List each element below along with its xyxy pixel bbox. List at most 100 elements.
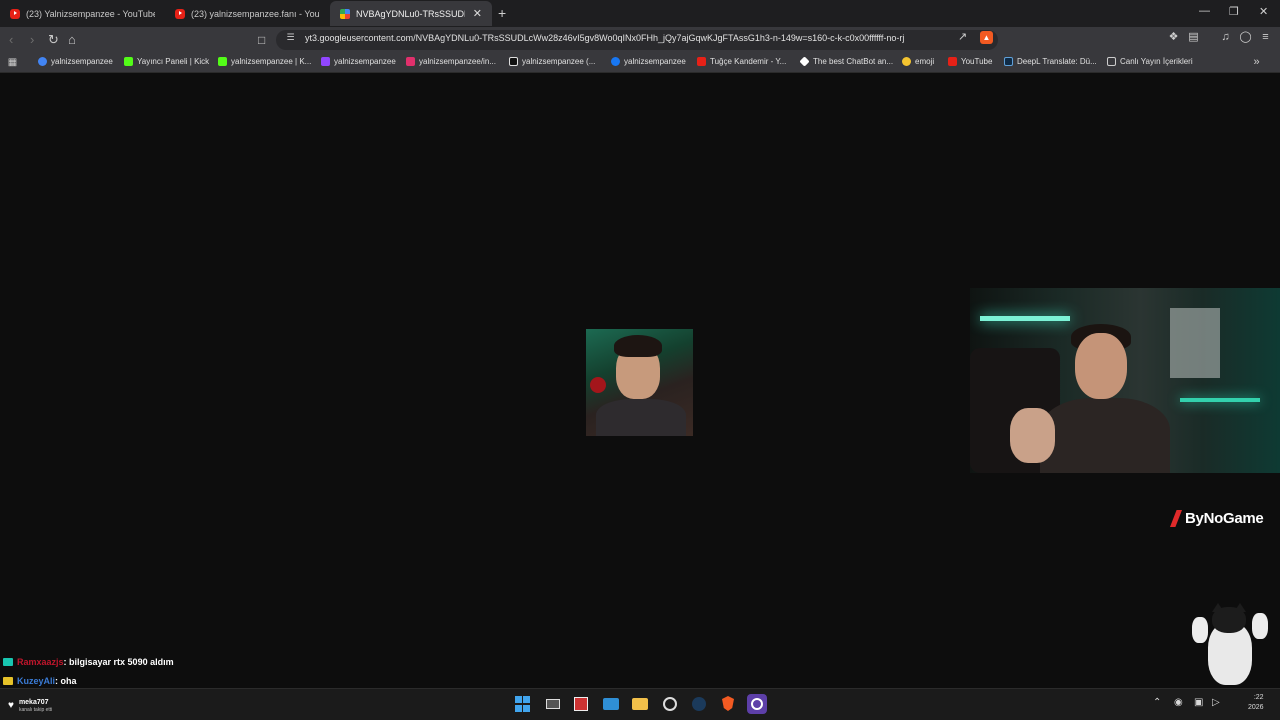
chat-badge-icon [3,677,13,685]
snipping-tool-icon[interactable] [571,694,591,714]
bookmark-item[interactable]: Tuğçe Kandemir - Y... [697,57,786,66]
heart-icon: ♥ [8,700,14,711]
tab-youtube-fan-channel[interactable]: (23) yalnizsempanzee.fanı - YouTube [165,1,330,26]
bookmark-item[interactable]: YouTube [948,57,992,66]
chatgpt-icon[interactable] [660,694,680,714]
chat-username: KuzeyAli [17,676,56,686]
site-info-icon[interactable]: ☰ [284,31,297,44]
bookmark-label: yalnizsempanzee [334,57,396,66]
chat-text: : bilgisayar rtx 5090 aldım [63,657,174,667]
start-icon[interactable] [513,694,533,714]
sponsor-logo: ByNoGame [1170,510,1264,527]
minimize-button[interactable]: — [1199,5,1210,17]
share-icon[interactable]: ↗ [956,31,969,44]
tab-title: (23) Yalnizsempanzee - YouTube [26,8,155,19]
bookmark-label: yalnizsempanzee (... [522,57,596,66]
brave-shields-icon[interactable]: ▲ [980,31,993,44]
tab-title: NVBAgYDNLu0-TRsSSUDLcWw2 [356,8,465,19]
brave-icon[interactable] [718,694,738,714]
task-view-icon[interactable] [543,694,563,714]
bookmark-label: Canlı Yayın İçerikleri [1120,57,1193,66]
tab-close-icon[interactable]: ✕ [473,7,482,20]
close-window-button[interactable]: ✕ [1259,5,1268,18]
sponsor-logo-text: ByNoGame [1185,510,1264,527]
extensions-icon[interactable]: ❖ [1167,31,1180,44]
webcam-overlay [970,288,1280,473]
twitch-icon [321,57,330,66]
youtube-icon [10,8,20,19]
bookmark-item[interactable]: DeepL Translate: Dü... [1004,57,1097,66]
bookmark-folder[interactable]: Canlı Yayın İçerikleri [1107,57,1193,66]
tab-title: (23) yalnizsempanzee.fanı - YouTube [191,8,320,19]
tab-youtube-channel[interactable]: (23) Yalnizsempanzee - YouTube [0,1,165,26]
chat-message: KuzeyAli : oha [3,676,77,686]
media-icon[interactable]: ♫ [1219,31,1232,44]
back-icon[interactable]: ‹ [9,32,13,48]
url-text[interactable]: yt3.googleusercontent.com/NVBAgYDNLu0-TR… [305,33,904,43]
emoji-icon [902,57,911,66]
apps-grid-icon[interactable]: ▦ [6,56,19,69]
clock-time: :22 [1253,694,1264,701]
bookmark-label: YouTube [961,57,993,66]
bookmark-label: Yayıncı Paneli | Kick [137,57,210,66]
bookmark-label: yalnizsempanzee/in... [419,57,496,66]
folder-icon [1107,57,1116,66]
obs-icon[interactable] [747,694,767,714]
google-icon [38,57,47,66]
deepl-icon [1004,57,1013,66]
bynogame-logo-icon [1170,510,1182,527]
vpn-shield-icon[interactable]: ◯ [1239,31,1252,44]
menu-icon[interactable]: ≡ [1259,31,1272,44]
bookmark-page-icon[interactable]: □ [258,32,265,48]
bookmark-label: DeepL Translate: Dü... [1017,57,1097,66]
channel-avatar-image [586,329,693,436]
system-clock[interactable]: :22 2026 [1248,693,1264,713]
microphone-icon[interactable]: ◉ [1174,697,1183,708]
tray-overflow-icon[interactable]: ⌃ [1153,697,1161,708]
chat-username: Ramxaazjs [17,657,64,667]
bookmark-item[interactable]: yalnizsempanzee/in... [406,57,496,66]
chatbot-icon [799,56,810,67]
volume-icon[interactable]: ▷ [1212,697,1220,708]
dancing-cat-overlay [1192,603,1268,688]
youtube-icon [175,8,185,19]
follow-text: kanalı takip etti [18,707,53,713]
reload-icon[interactable]: ↻ [48,32,59,48]
bookmark-item[interactable]: emoji [902,57,934,66]
bookmark-item[interactable]: yalnizsempanzee [611,57,686,66]
maximize-button[interactable]: ❐ [1229,5,1239,18]
display-icon[interactable]: ▣ [1194,697,1203,708]
photos-icon[interactable] [601,694,621,714]
bookmark-item[interactable]: yalnizsempanzee [321,57,396,66]
follower-name: meka707 [18,699,49,706]
forward-icon[interactable]: › [30,32,34,48]
bookmark-item[interactable]: yalnizsempanzee | K... [218,57,311,66]
tiktok-icon [509,57,518,66]
youtube-icon [697,57,706,66]
clock-date: 2026 [1248,704,1264,711]
new-tab-button[interactable]: + [498,5,506,21]
steam-icon[interactable] [689,694,709,714]
bookmark-label: yalnizsempanzee [51,57,113,66]
sidebar-icon[interactable]: ▤ [1187,31,1200,44]
bookmark-item[interactable]: yalnizsempanzee [38,57,113,66]
file-explorer-icon[interactable] [630,694,650,714]
bookmark-item[interactable]: yalnizsempanzee (... [509,57,595,66]
chat-badge-icon [3,658,13,666]
chat-text: : oha [55,676,77,686]
bookmark-item[interactable]: Yayıncı Paneli | Kick [124,57,209,66]
bookmark-label: emoji [915,57,935,66]
google-icon [340,8,350,19]
bookmark-label: Tuğçe Kandemir - Y... [710,57,787,66]
bookmark-label: The best ChatBot an... [813,57,894,66]
chat-message: Ramxaazjs : bilgisayar rtx 5090 aldım [3,657,174,667]
youtube-icon [948,57,957,66]
kick-icon [124,57,133,66]
facebook-icon [611,57,620,66]
tab-image-active[interactable]: NVBAgYDNLu0-TRsSSUDLcWw2 ✕ [330,1,492,26]
bookmark-label: yalnizsempanzee [624,57,686,66]
instagram-icon [406,57,415,66]
home-icon[interactable]: ⌂ [68,32,76,48]
bookmark-item[interactable]: The best ChatBot an... [799,56,894,67]
more-bookmarks-icon[interactable]: » [1250,56,1263,69]
